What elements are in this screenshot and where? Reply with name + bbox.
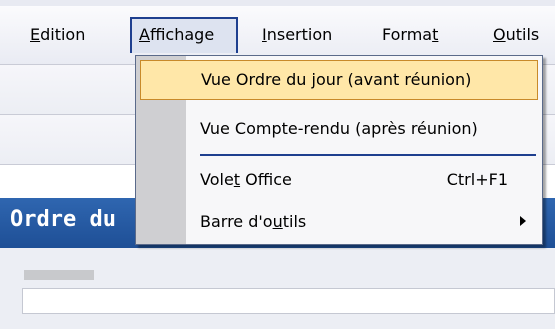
menu-affichage[interactable]: Affichage [130, 17, 238, 53]
menu-item-label: Barre d'outils [200, 212, 307, 231]
chevron-right-icon [520, 216, 526, 226]
menu-format[interactable]: Format [382, 18, 438, 52]
menu-edition[interactable]: Edition [30, 18, 85, 52]
affichage-dropdown-menu: Vue Ordre du jour (avant réunion) Vue Co… [135, 55, 543, 245]
menu-item-vue-compte-rendu[interactable]: Vue Compte-rendu (après réunion) [136, 110, 542, 150]
menu-insertion[interactable]: Insertion [262, 18, 332, 52]
menu-separator [200, 154, 536, 156]
menu-item-volet-office[interactable]: Volet Office Ctrl+F1 [136, 161, 542, 201]
menu-item-barre-doutils[interactable]: Barre d'outils [136, 203, 542, 243]
text-field[interactable] [22, 288, 555, 314]
menu-outils[interactable]: Outils [493, 18, 539, 52]
section-title: Ordre du [10, 207, 116, 232]
menu-item-label: Vue Compte-rendu (après réunion) [200, 119, 478, 138]
menu-item-label: Volet Office [200, 170, 292, 189]
menu-item-vue-ordre-du-jour[interactable]: Vue Ordre du jour (avant réunion) [140, 60, 538, 100]
field-label-placeholder [24, 270, 94, 280]
menu-item-shortcut: Ctrl+F1 [446, 170, 508, 189]
menu-item-label: Vue Ordre du jour (avant réunion) [201, 70, 472, 89]
